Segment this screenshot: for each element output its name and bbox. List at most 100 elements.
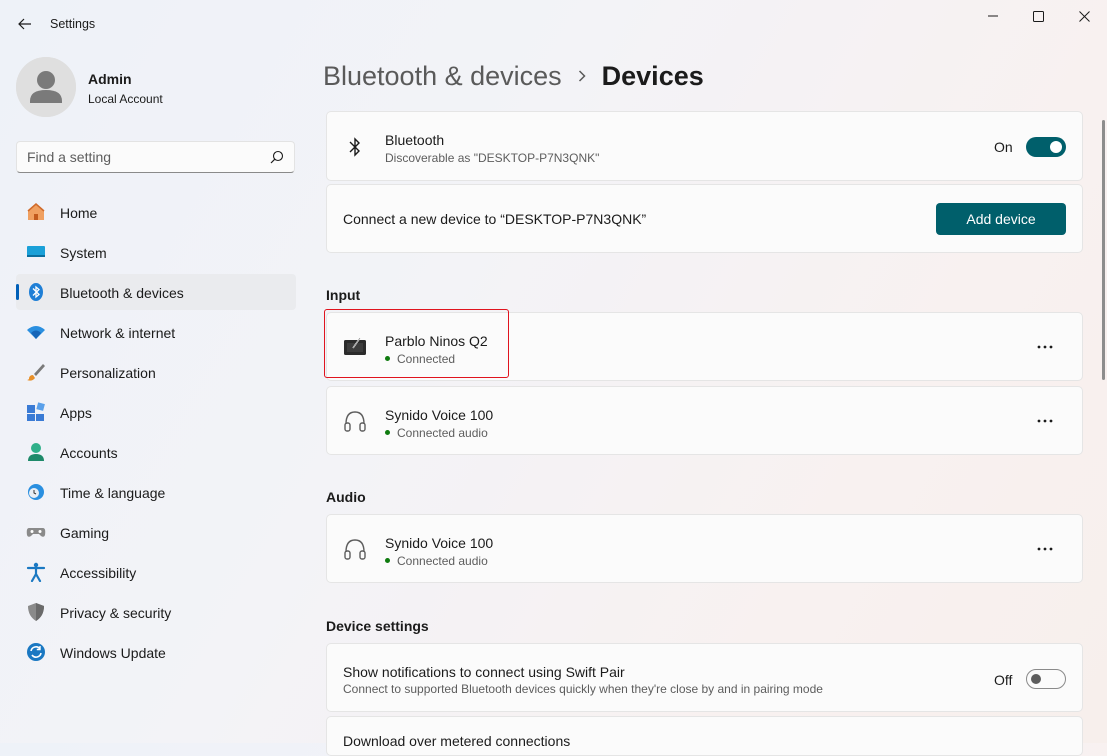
connected-dot-icon (385, 558, 390, 564)
swift-pair-state-label: Off (994, 672, 1013, 688)
sidebar-item-label: Time & language (60, 485, 166, 501)
swift-pair-subtitle: Connect to supported Bluetooth devices q… (343, 682, 823, 696)
swift-pair-title: Show notifications to connect using Swif… (343, 664, 625, 680)
device-status: Connected (385, 352, 455, 366)
sidebar-item-windows-update[interactable]: Windows Update (16, 634, 296, 670)
device-name: Synido Voice 100 (385, 407, 494, 423)
swift-pair-toggle[interactable] (1026, 669, 1066, 689)
active-indicator (16, 284, 19, 300)
sidebar-item-network[interactable]: Network & internet (16, 314, 296, 350)
chevron-right-icon (578, 70, 586, 82)
user-profile[interactable]: Admin Local Account (16, 57, 296, 117)
connect-device-card: Connect a new device to “DESKTOP-P7N3QNK… (326, 184, 1083, 253)
sidebar-item-label: System (60, 245, 107, 261)
sidebar-item-home[interactable]: Home (16, 194, 296, 230)
close-button[interactable] (1069, 6, 1099, 26)
search-icon (270, 150, 284, 164)
device-status: Connected audio (385, 554, 488, 568)
sidebar-item-accessibility[interactable]: Accessibility (16, 554, 296, 590)
breadcrumb: Bluetooth & devices Devices (323, 58, 704, 94)
page-title: Devices (601, 60, 704, 91)
device-status-text: Connected audio (397, 554, 488, 568)
toggle-knob (1031, 674, 1041, 684)
more-icon (1037, 547, 1053, 551)
drawing-tablet-icon (343, 335, 367, 359)
gamepad-icon (26, 522, 46, 542)
sidebar-item-label: Windows Update (60, 645, 166, 661)
sidebar-item-apps[interactable]: Apps (16, 394, 296, 430)
bluetooth-title: Bluetooth (385, 132, 445, 148)
search-box[interactable] (16, 141, 295, 173)
search-input[interactable] (17, 142, 262, 172)
sidebar-item-label: Bluetooth & devices (60, 285, 184, 301)
bluetooth-icon (343, 135, 367, 159)
close-icon (1078, 10, 1090, 22)
connected-dot-icon (385, 430, 390, 436)
sidebar-item-gaming[interactable]: Gaming (16, 514, 296, 550)
avatar (16, 57, 76, 117)
breadcrumb-parent[interactable]: Bluetooth & devices (323, 61, 562, 92)
accessibility-icon (26, 562, 46, 582)
section-title-input: Input (326, 287, 361, 303)
device-name: Parblo Ninos Q2 (385, 333, 488, 349)
device-status: Connected audio (385, 426, 488, 440)
sidebar-nav: Home System Bluetooth & devices Network … (16, 194, 296, 674)
bluetooth-icon (26, 282, 46, 302)
sidebar-item-label: Home (60, 205, 98, 221)
home-icon (26, 202, 46, 222)
device-card-synido-input[interactable]: Synido Voice 100 Connected audio (326, 386, 1083, 455)
profile-account-type: Local Account (88, 92, 163, 106)
sidebar-item-label: Accounts (60, 445, 118, 461)
sidebar-item-bluetooth-devices[interactable]: Bluetooth & devices (16, 274, 296, 310)
connect-text: Connect a new device to “DESKTOP-P7N3QNK… (343, 211, 647, 227)
sidebar-item-label: Privacy & security (60, 605, 172, 621)
sidebar-item-label: Personalization (60, 365, 156, 381)
more-options-button[interactable] (1030, 409, 1060, 433)
maximize-icon (1032, 10, 1044, 22)
swift-pair-card: Show notifications to connect using Swif… (326, 643, 1083, 712)
apps-icon (26, 402, 46, 422)
add-device-button[interactable]: Add device (936, 203, 1066, 235)
device-status-text: Connected (397, 352, 456, 366)
sidebar-item-personalization[interactable]: Personalization (16, 354, 296, 390)
sidebar-item-label: Apps (60, 405, 92, 421)
headphones-icon (343, 537, 367, 561)
back-button[interactable] (14, 13, 36, 35)
more-options-button[interactable] (1030, 537, 1060, 561)
metered-title: Download over metered connections (343, 733, 571, 749)
brush-icon (26, 362, 46, 382)
sidebar-item-label: Gaming (60, 525, 110, 541)
device-card-synido-audio[interactable]: Synido Voice 100 Connected audio (326, 514, 1083, 583)
minimize-button[interactable] (978, 6, 1008, 26)
system-icon (26, 242, 46, 262)
title-bar: Settings (0, 0, 1107, 48)
user-avatar-icon (16, 57, 76, 117)
back-arrow-icon (18, 18, 31, 30)
clock-globe-icon (26, 482, 46, 502)
sidebar-item-system[interactable]: System (16, 234, 296, 270)
section-title-device-settings: Device settings (326, 618, 429, 634)
toggle-knob (1050, 141, 1062, 153)
update-icon (26, 642, 46, 662)
app-title: Settings (50, 17, 96, 31)
metered-card: Download over metered connections (326, 716, 1083, 756)
scrollbar[interactable] (1102, 120, 1105, 380)
device-card-parblo[interactable]: Parblo Ninos Q2 Connected (326, 312, 1083, 381)
sidebar-item-accounts[interactable]: Accounts (16, 434, 296, 470)
more-options-button[interactable] (1030, 335, 1060, 359)
connected-dot-icon (385, 356, 390, 362)
sidebar-item-label: Network & internet (60, 325, 176, 341)
sidebar-item-privacy-security[interactable]: Privacy & security (16, 594, 296, 630)
maximize-button[interactable] (1023, 6, 1053, 26)
headphones-icon (343, 409, 367, 433)
wifi-icon (26, 322, 46, 342)
more-icon (1037, 419, 1053, 423)
sidebar-item-label: Accessibility (60, 565, 137, 581)
bluetooth-state-label: On (994, 139, 1013, 155)
more-icon (1037, 345, 1053, 349)
device-name: Synido Voice 100 (385, 535, 494, 551)
bluetooth-toggle[interactable] (1026, 137, 1066, 157)
sidebar-item-time-language[interactable]: Time & language (16, 474, 296, 510)
shield-icon (26, 602, 46, 622)
section-title-audio: Audio (326, 489, 366, 505)
